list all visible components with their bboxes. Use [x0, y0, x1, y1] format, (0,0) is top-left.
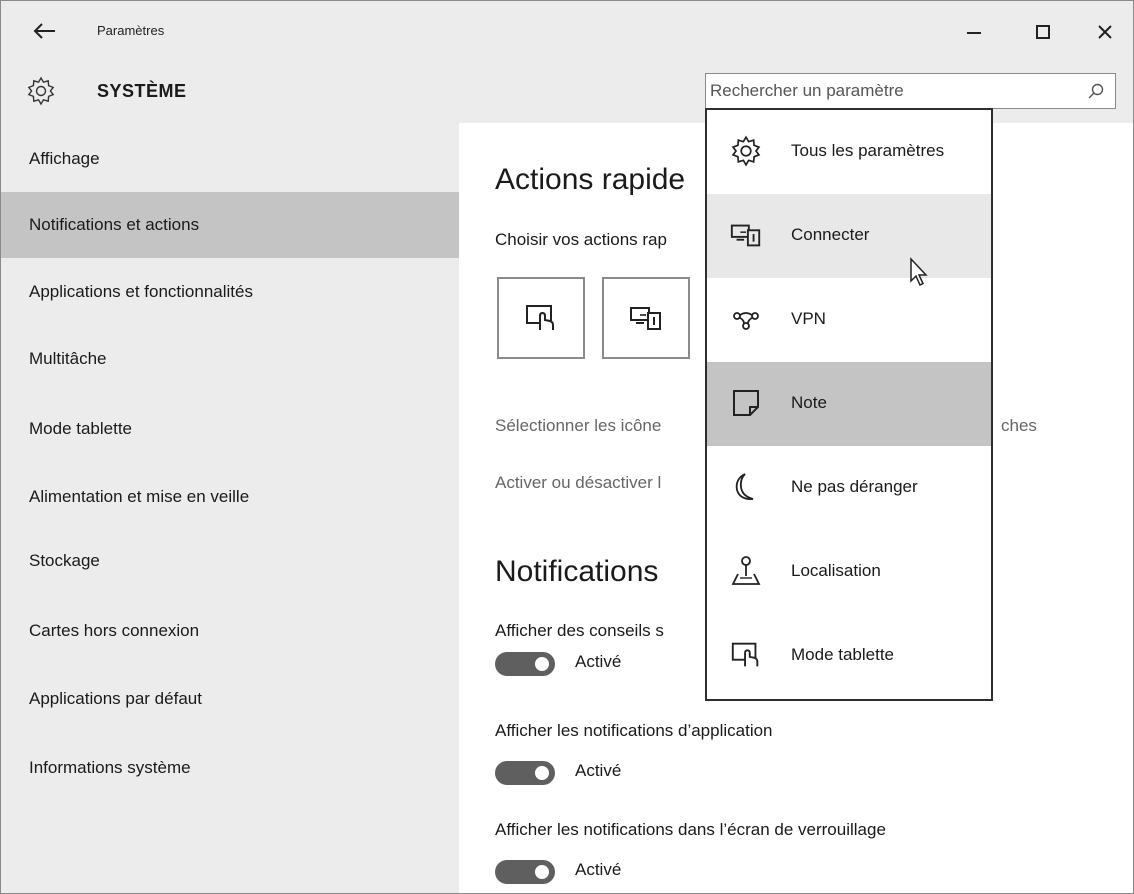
search-input[interactable]: [706, 74, 1070, 108]
toggle-switch-app-notifications[interactable]: [495, 761, 555, 785]
sidebar-item-label: Notifications et actions: [29, 215, 200, 234]
select-icons-link[interactable]: Sélectionner les icône: [495, 416, 661, 436]
maximize-button[interactable]: [1026, 15, 1060, 49]
toggle-state-label: Activé: [575, 860, 622, 879]
dropdown-item-label: VPN: [791, 309, 826, 328]
connect-icon: [630, 307, 661, 330]
minimize-button[interactable]: [957, 15, 991, 49]
toggle-icons-link[interactable]: Activer ou désactiver l: [495, 473, 661, 493]
dropdown-item-ne-pas-deranger[interactable]: Ne pas déranger: [707, 446, 991, 530]
dropdown-item-localisation[interactable]: Localisation: [707, 530, 991, 614]
sidebar-item-label: Applications par défaut: [29, 689, 202, 708]
note-icon: [729, 386, 763, 420]
vpn-icon: [729, 302, 763, 336]
sidebar-item-applications[interactable]: Applications et fonctionnalités: [1, 259, 459, 325]
setting-label-tips: Afficher des conseils s: [495, 621, 664, 640]
maximize-icon: [1036, 25, 1050, 39]
select-icons-link-tail: ches: [1001, 416, 1037, 435]
sidebar-item-applications-defaut[interactable]: Applications par défaut: [1, 666, 459, 732]
sidebar-item-cartes[interactable]: Cartes hors connexion: [1, 598, 459, 664]
gear-icon: [729, 134, 763, 168]
dropdown-item-note[interactable]: Note: [707, 362, 991, 446]
dropdown-item-connecter[interactable]: Connecter: [707, 194, 991, 278]
dropdown-item-label: Mode tablette: [791, 645, 895, 664]
sidebar-item-multitache[interactable]: Multitâche: [1, 326, 459, 392]
toggle-state-label: Activé: [575, 761, 622, 780]
location-icon: [729, 554, 763, 588]
quick-actions-heading: Actions rapide: [495, 163, 686, 196]
sidebar-item-mode-tablette[interactable]: Mode tablette: [1, 396, 459, 462]
dropdown-item-label: Note: [791, 393, 827, 412]
connect-icon: [729, 218, 763, 252]
sidebar-item-label: Cartes hors connexion: [29, 621, 200, 640]
dropdown-item-mode-tablette[interactable]: Mode tablette: [707, 614, 991, 698]
quick-actions-subtitle: Choisir vos actions rap: [495, 230, 667, 249]
dropdown-item-tous-parametres[interactable]: Tous les paramètres: [707, 110, 991, 194]
quick-action-tile-connect[interactable]: [602, 277, 690, 359]
tablet-mode-icon: [729, 638, 763, 672]
sidebar: Affichage Notifications et actions Appli…: [1, 123, 459, 893]
sidebar-item-stockage[interactable]: Stockage: [1, 528, 459, 594]
toggle-switch-tips[interactable]: [495, 652, 555, 676]
back-arrow-icon: [33, 23, 55, 39]
sidebar-item-label: Mode tablette: [29, 419, 133, 438]
toggle-knob: [535, 657, 549, 671]
sidebar-item-informations[interactable]: Informations système: [1, 735, 459, 801]
sidebar-item-label: Affichage: [29, 149, 100, 168]
quick-action-tile-tablet[interactable]: [497, 277, 585, 359]
toggle-knob: [535, 766, 549, 780]
mouse-cursor-icon: [909, 257, 931, 287]
close-icon: [1098, 25, 1112, 39]
search-box[interactable]: [705, 73, 1116, 109]
tablet-mode-icon: [526, 305, 554, 330]
notifications-heading: Notifications: [495, 555, 659, 588]
sidebar-item-notifications[interactable]: Notifications et actions: [1, 192, 459, 258]
dropdown-item-label: Ne pas déranger: [791, 477, 918, 496]
search-icon[interactable]: [1087, 82, 1105, 100]
dropdown-item-label: Tous les paramètres: [791, 141, 945, 160]
setting-label-app-notifications: Afficher les notifications d’application: [495, 721, 773, 740]
sidebar-item-label: Alimentation et mise en veille: [29, 487, 250, 506]
moon-icon: [729, 470, 763, 504]
sidebar-item-affichage[interactable]: Affichage: [1, 126, 459, 192]
dropdown-item-label: Connecter: [791, 225, 870, 244]
quick-action-dropdown: Tous les paramètres Connecter VPN Note N…: [705, 108, 993, 701]
sidebar-item-label: Stockage: [29, 551, 100, 570]
minimize-icon: [967, 32, 981, 34]
close-button[interactable]: [1088, 15, 1122, 49]
toggle-switch-lockscreen-notifications[interactable]: [495, 860, 555, 884]
toggle-knob: [535, 865, 549, 879]
window-title: Paramètres: [97, 23, 165, 38]
sidebar-item-label: Applications et fonctionnalités: [29, 282, 253, 301]
sidebar-item-label: Multitâche: [29, 349, 107, 368]
gear-icon: [25, 75, 57, 107]
settings-window: Paramètres SYSTÈME Rechercher un paramèt…: [0, 0, 1134, 894]
dropdown-item-vpn[interactable]: VPN: [707, 278, 991, 362]
section-title: SYSTÈME: [97, 81, 187, 101]
toggle-state-label: Activé: [575, 652, 622, 671]
dropdown-item-label: Localisation: [791, 561, 881, 580]
back-button[interactable]: [31, 17, 59, 45]
setting-label-lockscreen-notifications: Afficher les notifications dans l’écran …: [495, 820, 886, 839]
sidebar-item-label: Informations système: [29, 758, 191, 777]
title-bar: Paramètres: [1, 1, 1133, 61]
sidebar-item-alimentation[interactable]: Alimentation et mise en veille: [1, 464, 459, 530]
